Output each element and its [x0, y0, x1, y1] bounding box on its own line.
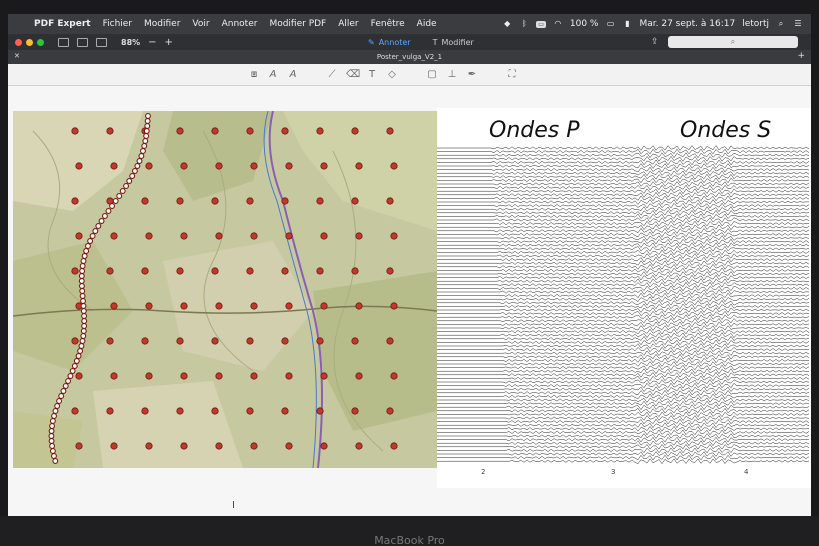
menu-fichier[interactable]: Fichier	[97, 19, 138, 29]
menu-aller[interactable]: Aller	[332, 19, 364, 29]
pen-icon: ✎	[368, 37, 375, 47]
menu-annoter[interactable]: Annoter	[216, 19, 264, 29]
tab-annotate[interactable]: ✎ Annoter	[368, 38, 411, 47]
menu-aide[interactable]: Aide	[411, 19, 443, 29]
notification-center-icon[interactable]: ☰	[793, 20, 803, 28]
flag-icon[interactable]: ▮	[622, 20, 632, 28]
tab-edit[interactable]: T Modifier	[433, 38, 474, 47]
fullscreen-icon[interactable]: ⛶	[506, 69, 518, 80]
menubar-user[interactable]: letortj	[742, 19, 769, 29]
add-tab-icon[interactable]: +	[797, 51, 805, 61]
zoom-window-button[interactable]	[37, 38, 44, 46]
eraser-icon[interactable]: ⌫	[346, 69, 360, 80]
comment-icon[interactable]: ▢	[426, 69, 438, 80]
label-ondes-s: Ondes S	[680, 118, 772, 143]
label-ondes-p: Ondes P	[489, 118, 580, 143]
wifi-icon[interactable]: ◠	[553, 20, 563, 28]
page-layout-icon[interactable]	[96, 37, 107, 47]
app-toolbar: 88% − + ✎ Annoter T Modifier ⇪ ⌕	[8, 34, 811, 50]
text-select-icon[interactable]: ⧆	[248, 69, 260, 80]
signature-icon[interactable]: ✒	[466, 69, 478, 80]
seismic-section-image: Ondes P Ondes S	[437, 108, 811, 468]
close-window-button[interactable]	[15, 38, 22, 46]
zoom-in-button[interactable]: +	[165, 37, 173, 48]
dropbox-icon[interactable]: ◆	[502, 20, 512, 28]
topographic-map-image	[13, 111, 437, 468]
spotlight-icon[interactable]: ⌕	[776, 20, 786, 28]
tab-strip: ✕ Poster_vulga_V2_1 +	[8, 50, 811, 64]
text-tool-icon[interactable]: T	[366, 69, 378, 80]
shapes-icon[interactable]: ◇	[386, 69, 398, 80]
menu-app-name[interactable]: PDF Expert	[28, 19, 97, 29]
bluetooth-icon[interactable]: ᛒ	[519, 20, 529, 28]
menu-fenetre[interactable]: Fenêtre	[365, 19, 411, 29]
input-badge-icon[interactable]: ▭	[536, 20, 546, 28]
tab-annotate-label: Annoter	[378, 37, 411, 47]
axis-tick-label: 3	[611, 468, 616, 476]
axis-tick-label: 4	[744, 468, 749, 476]
pen-tool-icon[interactable]: ⟋	[326, 69, 338, 80]
text-edit-icon: T	[432, 37, 438, 47]
sidebar-toggle-icon[interactable]	[58, 37, 69, 47]
annotation-toolbar: ⧆ A A ⟋ ⌫ T ◇ ▢ ⊥ ✒ ⛶	[8, 64, 811, 86]
menu-bar: PDF Expert Fichier Modifier Voir Annoter…	[8, 14, 811, 34]
status-area: ◆ ᛒ ▭ ◠ 100 % ▭ ▮ Mar. 27 sept. à 16:17 …	[502, 19, 811, 29]
device-label: MacBook Pro	[374, 534, 445, 546]
search-input[interactable]: ⌕	[668, 36, 798, 48]
menubar-clock[interactable]: Mar. 27 sept. à 16:17	[639, 19, 735, 29]
zoom-level[interactable]: 88%	[121, 38, 140, 47]
battery-percent[interactable]: 100 %	[570, 19, 599, 29]
zoom-out-button[interactable]: −	[148, 37, 156, 48]
share-icon[interactable]: ⇪	[651, 37, 659, 47]
menu-voir[interactable]: Voir	[186, 19, 215, 29]
menu-modifier[interactable]: Modifier	[138, 19, 186, 29]
window-controls	[15, 38, 44, 46]
tab-edit-label: Modifier	[441, 37, 474, 47]
grid-view-icon[interactable]	[77, 37, 88, 47]
text-cursor-icon: I	[232, 500, 235, 511]
highlight-text-icon[interactable]: A	[267, 69, 279, 80]
search-icon: ⌕	[730, 37, 736, 46]
stamp-icon[interactable]: ⊥	[446, 69, 458, 80]
axis-tick-label: 2	[481, 468, 486, 476]
battery-icon[interactable]: ▭	[605, 20, 615, 28]
mode-tabs: ✎ Annoter T Modifier	[368, 38, 474, 47]
document-tab-title[interactable]: Poster_vulga_V2_1	[8, 53, 811, 61]
seismic-axis: 2 3 4	[437, 466, 811, 488]
minimize-window-button[interactable]	[26, 38, 33, 46]
strikeout-text-icon[interactable]: A	[287, 69, 299, 80]
menu-modifier-pdf[interactable]: Modifier PDF	[263, 19, 332, 29]
